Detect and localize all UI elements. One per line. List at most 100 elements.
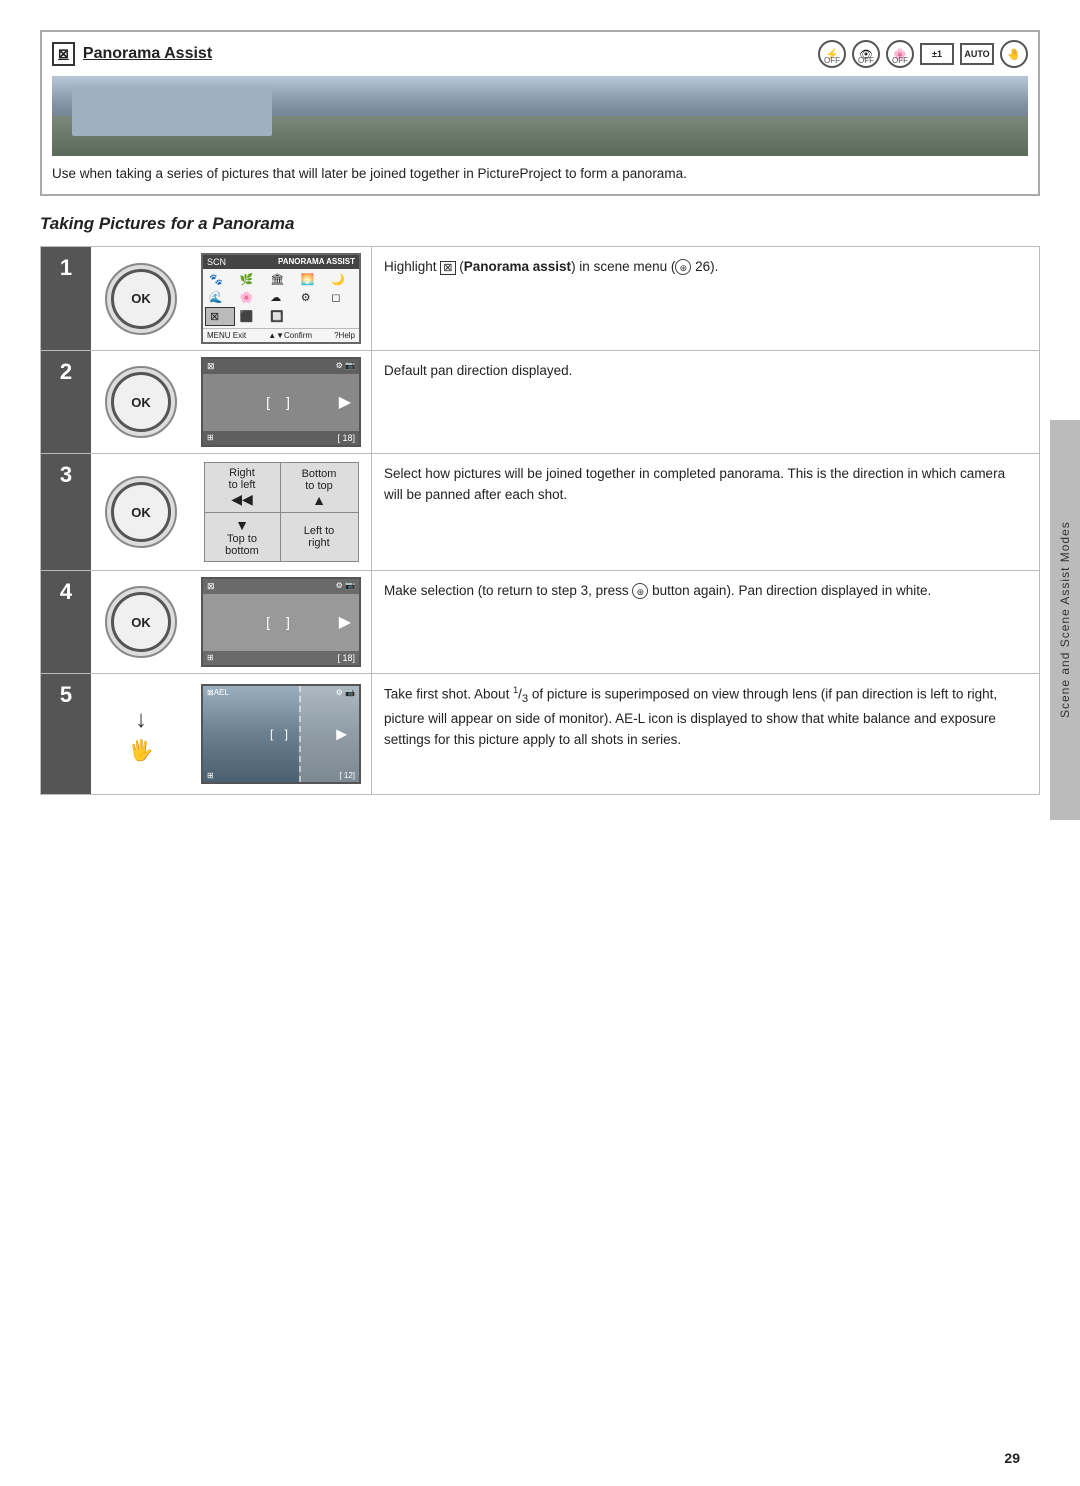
step-2-row: 2 OK ⊠ ⚙ 📷 [ ] ▶ ⊞ [ 18] — [41, 351, 1039, 454]
dir-left-to-right: Left toright — [287, 525, 352, 549]
stabilize-icon: 🤚 — [1000, 40, 1028, 68]
panorama-landscape-image — [52, 76, 1028, 156]
dir-top-to-bottom: Top tobottom — [211, 533, 274, 557]
vf-arrow-right: ▶ — [339, 392, 351, 412]
menu-title: SCN PANORAMA ASSIST — [203, 255, 359, 269]
ev-icon: ±1 — [920, 43, 954, 65]
camera-bottom-left: ⊞ — [207, 771, 214, 780]
step-4-number: 4 — [41, 571, 91, 673]
flash-icon: ⚡OFF — [818, 40, 846, 68]
ok-button-inner: OK — [111, 269, 171, 329]
shutter-finger-icon: 🖐 — [129, 738, 154, 763]
menu-item: 🌙 — [327, 271, 357, 288]
ok-button-outer-4: OK — [105, 586, 177, 658]
menu-item: 🔲 — [266, 307, 296, 326]
camera-image-bottom: ⊞ [ 12] — [203, 771, 359, 780]
camera-top-right: ⚙ 📷 — [336, 688, 355, 697]
step-3-description: Select how pictures will be joined toget… — [371, 454, 1039, 570]
ok-button-outer: OK — [105, 263, 177, 335]
step-4-ok-button: OK — [91, 571, 191, 673]
viewfinder-bottom-4: ⊞ [ 18] — [203, 651, 359, 665]
ok-button-inner-4: OK — [111, 592, 171, 652]
dir-arrow-up: ▲ — [287, 492, 352, 508]
step-1-description: Highlight ⊠ (Panorama assist) in scene m… — [371, 247, 1039, 350]
vf-4-icons: ⚙ 📷 — [336, 581, 355, 592]
vf-icon-gear: ⚙ 📷 — [336, 361, 355, 372]
camera-arrow: ▶ — [336, 726, 347, 743]
panorama-header: ⊠ Panorama Assist ⚡OFF 👁OFF 🌸OFF ±1 AUTO… — [52, 40, 1028, 68]
steps-container: 1 OK SCN PANORAMA ASSIST 🐾 🌿 🏛 🌅 — [40, 246, 1040, 795]
step-2-ok-button: OK — [91, 351, 191, 453]
panorama-icon: ⊠ — [52, 42, 75, 66]
dir-arrow-left: ◀◀ — [211, 491, 274, 508]
vf-4-icon-bl: ⊞ — [207, 653, 214, 663]
ok-button-inner-2: OK — [111, 372, 171, 432]
page-number: 29 — [1004, 1450, 1020, 1466]
vf-4-brackets: [ ] — [266, 614, 296, 630]
macro-icon: 🌸OFF — [886, 40, 914, 68]
step-1-ok-button: OK — [91, 247, 191, 350]
side-tab: Scene and Scene Assist Modes — [1050, 420, 1080, 820]
step-5-shutter: ↓ 🖐 — [91, 674, 191, 794]
camera-image-top: ⊠AEL ⚙ 📷 — [203, 688, 359, 697]
menu-item: ⬛ — [236, 307, 266, 326]
step-5-screen: ⊠AEL ⚙ 📷 [ ] ▶ ⊞ [ 12] — [191, 674, 371, 794]
step-3-ok-button: OK — [91, 454, 191, 570]
shutter-hand: ↓ 🖐 — [129, 706, 154, 763]
viewfinder-2: ⊠ ⚙ 📷 [ ] ▶ ⊞ [ 18] — [201, 357, 361, 447]
camera-top-left: ⊠AEL — [207, 688, 229, 697]
menu-item: 🐾 — [205, 271, 235, 288]
ok-button-outer-3: OK — [105, 476, 177, 548]
camera-image-5: ⊠AEL ⚙ 📷 [ ] ▶ ⊞ [ 12] — [201, 684, 361, 784]
redeye-icon: 👁OFF — [852, 40, 880, 68]
viewfinder-top-2: ⊠ ⚙ 📷 — [203, 359, 359, 374]
menu-item: 🌸 — [236, 289, 266, 306]
vf-brackets: [ ] — [266, 394, 296, 410]
step-1-number: 1 — [41, 247, 91, 350]
vf-icon-panorama: ⊠ — [207, 361, 215, 372]
ok-button-outer-2: OK — [105, 366, 177, 438]
step-2-number: 2 — [41, 351, 91, 453]
vf-icon-bottom-right: [ 18] — [337, 433, 355, 443]
step-1-screen: SCN PANORAMA ASSIST 🐾 🌿 🏛 🌅 🌙 🌊 🌸 ☁ ⚙ ◻ … — [191, 247, 371, 350]
dir-arrow-down: ▼ — [211, 517, 274, 533]
step-3-row: 3 OK Rightto left ◀◀ Bottomto top ▲ — [41, 454, 1039, 571]
vf-icon-bottom-left: ⊞ — [207, 433, 214, 443]
menu-item: 🌅 — [297, 271, 327, 288]
menu-item: 🏛 — [266, 271, 296, 288]
menu-item-selected: ⊠ — [205, 307, 235, 326]
step-4-screen: ⊠ ⚙ 📷 [ ] ▶ ⊞ [ 18] — [191, 571, 371, 673]
panorama-title-text: Panorama Assist — [83, 45, 212, 63]
panorama-title: ⊠ Panorama Assist — [52, 42, 212, 66]
step-5-description: Take first shot. About 1/3 of picture is… — [371, 674, 1039, 794]
vf-4-arrow: ▶ — [339, 612, 351, 632]
menu-item: ☁ — [266, 289, 296, 306]
viewfinder-4: ⊠ ⚙ 📷 [ ] ▶ ⊞ [ 18] — [201, 577, 361, 667]
step-3-direction-diagram: Rightto left ◀◀ Bottomto top ▲ ▼ Top tob… — [191, 454, 371, 570]
step-2-screen: ⊠ ⚙ 📷 [ ] ▶ ⊞ [ 18] — [191, 351, 371, 453]
shutter-down-arrow: ↓ — [135, 706, 147, 734]
step-1-menu: SCN PANORAMA ASSIST 🐾 🌿 🏛 🌅 🌙 🌊 🌸 ☁ ⚙ ◻ … — [201, 253, 361, 344]
vf-4-num: [ 18] — [337, 653, 355, 663]
step-4-description: Make selection (to return to step 3, pre… — [371, 571, 1039, 673]
panorama-icons: ⚡OFF 👁OFF 🌸OFF ±1 AUTO 🤚 — [818, 40, 1028, 68]
viewfinder-top-4: ⊠ ⚙ 📷 — [203, 579, 359, 594]
menu-item: 🌊 — [205, 289, 235, 306]
section-title: Taking Pictures for a Panorama — [40, 214, 1040, 234]
step-5-number: 5 — [41, 674, 91, 794]
step-2-description: Default pan direction displayed. — [371, 351, 1039, 453]
vf-4-icon: ⊠ — [207, 581, 215, 592]
panorama-description: Use when taking a series of pictures tha… — [52, 164, 1028, 184]
step-1-row: 1 OK SCN PANORAMA ASSIST 🐾 🌿 🏛 🌅 — [41, 247, 1039, 351]
step-4-row: 4 OK ⊠ ⚙ 📷 [ ] ▶ ⊞ [ 18] — [41, 571, 1039, 674]
dir-bottom-to-top: Bottomto top — [287, 468, 352, 492]
step-3-number: 3 — [41, 454, 91, 570]
menu-item: ◻ — [327, 289, 357, 306]
menu-item: 🌿 — [236, 271, 266, 288]
ok-button-inner-3: OK — [111, 482, 171, 542]
camera-bottom-right: [ 12] — [339, 771, 355, 780]
camera-brackets: [ ] — [270, 727, 292, 741]
panorama-assist-box: ⊠ Panorama Assist ⚡OFF 👁OFF 🌸OFF ±1 AUTO… — [40, 30, 1040, 196]
step-5-row: 5 ↓ 🖐 ⊠AEL ⚙ 📷 [ ] ▶ ⊞ [ 12] — [41, 674, 1039, 794]
camera-image-overlay — [299, 686, 359, 782]
